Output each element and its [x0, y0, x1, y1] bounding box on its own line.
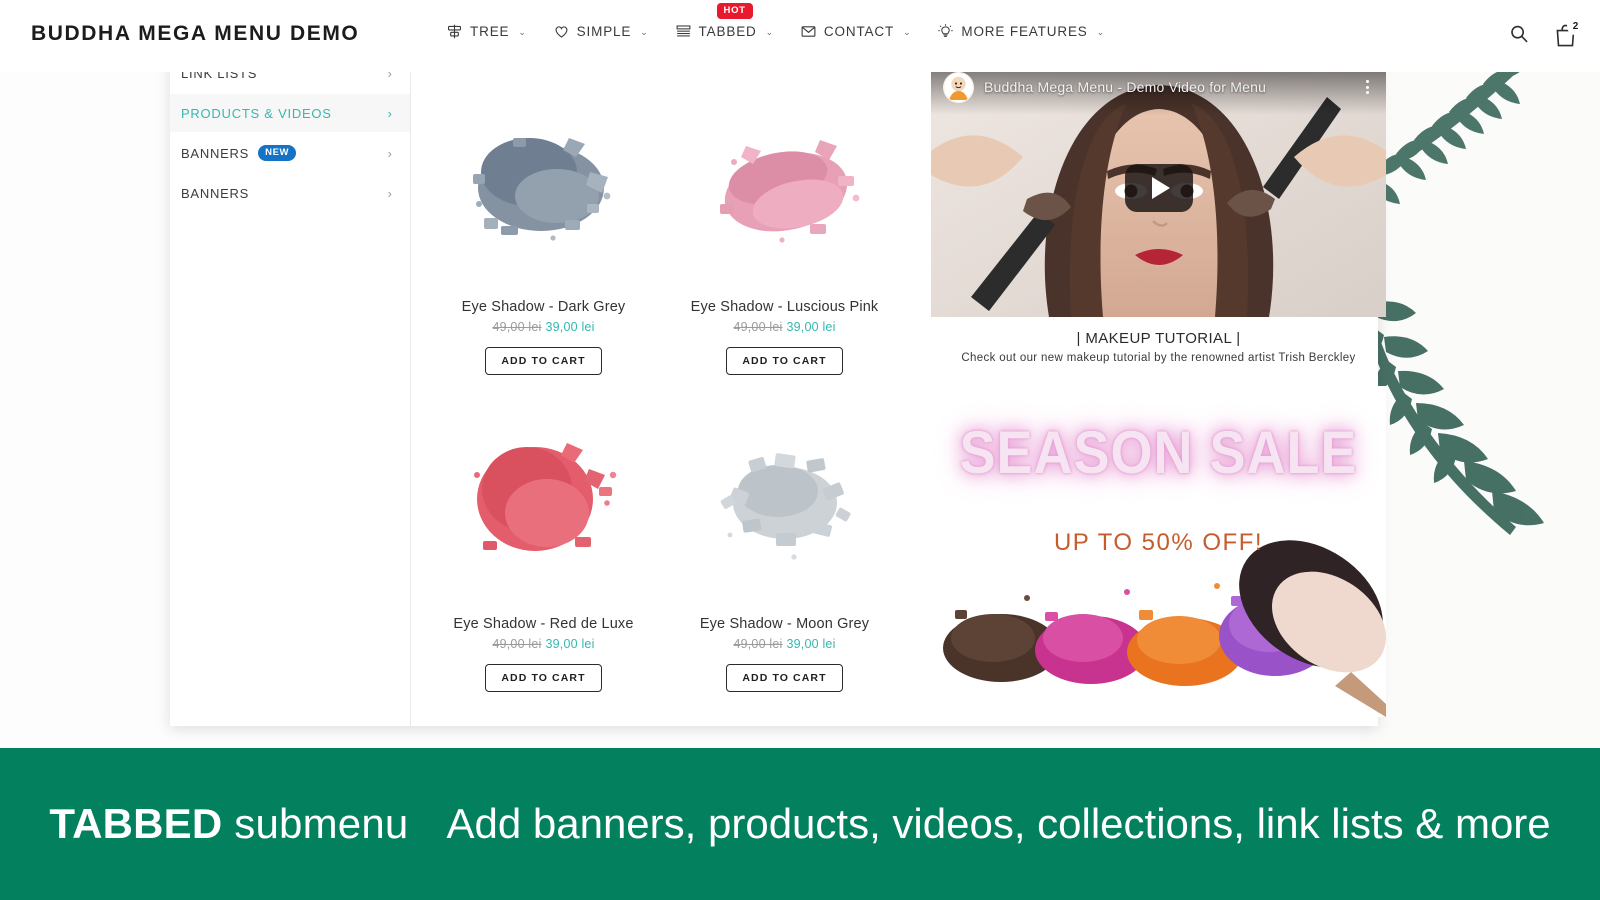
search-icon: [1511, 25, 1528, 43]
product-price: 49,00 lei 39,00 lei: [670, 320, 899, 334]
chevron-down-icon: ⌄: [640, 27, 649, 37]
video-caption-title: | MAKEUP TUTORIAL |: [1076, 330, 1241, 347]
buddha-avatar-icon: [943, 71, 974, 103]
play-button[interactable]: [1124, 164, 1193, 212]
product-card[interactable]: Eye Shadow - Dark Grey 49,00 lei 39,00 le…: [423, 58, 664, 375]
envelope-icon: [800, 23, 817, 40]
crushed-powder-swatch: [720, 452, 851, 560]
product-image-moon-grey: [670, 379, 899, 614]
mega-menu-panel: LINK LISTS › PRODUCTS & VIDEOS › BANNERS…: [170, 48, 1386, 726]
tab-products-and-videos[interactable]: PRODUCTS & VIDEOS ›: [170, 94, 410, 132]
site-header: BUDDHA MEGA MENU DEMO TREE ⌄ SIMPLE ⌄ HO…: [0, 0, 1600, 72]
crushed-powder-swatch: [472, 137, 610, 241]
tab-label: BANNERS: [181, 185, 250, 201]
product-card[interactable]: Eye Shadow - Moon Grey 49,00 lei 39,00 le…: [664, 375, 905, 692]
promo-heading: TABBED submenu: [49, 800, 408, 848]
search-button[interactable]: [1508, 23, 1532, 49]
play-icon: [1151, 177, 1170, 199]
price-new: 39,00 lei: [545, 320, 595, 334]
price-old: 49,00 lei: [492, 637, 542, 651]
nav-label: MORE FEATURES: [961, 24, 1088, 39]
price-old: 49,00 lei: [733, 320, 783, 334]
product-row: Eye Shadow - Dark Grey 49,00 lei 39,00 le…: [423, 58, 913, 375]
list-stack-icon: [675, 23, 692, 40]
status-badge-new: NEW: [258, 145, 297, 161]
chevron-down-icon: ⌄: [518, 27, 527, 37]
product-price: 49,00 lei 39,00 lei: [670, 637, 899, 651]
kebab-menu-icon[interactable]: [1360, 78, 1374, 97]
price-new: 39,00 lei: [786, 320, 836, 334]
lightbulb-icon: [937, 23, 954, 40]
product-image-red-de-luxe: [429, 379, 658, 614]
nav-item-simple[interactable]: SIMPLE ⌄: [553, 23, 649, 40]
sale-banner-subtitle: UP TO 50% OFF!: [1053, 529, 1264, 556]
add-to-cart-button[interactable]: ADD TO CART: [726, 347, 843, 375]
media-column: Buddha Mega Menu - Demo Video for Menu |…: [913, 52, 1400, 726]
nav-label: TABBED: [698, 24, 757, 39]
product-image-dark-grey: [429, 62, 658, 297]
promo-text: Add banners, products, videos, collectio…: [446, 800, 1551, 847]
product-title: Eye Shadow - Dark Grey: [461, 299, 626, 315]
promo-bar: TABBED submenu Add banners, products, vi…: [0, 748, 1600, 900]
mega-menu-content: Eye Shadow - Dark Grey 49,00 lei 39,00 le…: [411, 48, 1400, 726]
product-card[interactable]: Eye Shadow - Red de Luxe 49,00 lei 39,00 …: [423, 375, 664, 692]
crushed-powder-swatch: [473, 442, 616, 551]
chevron-down-icon: ⌄: [1096, 27, 1105, 37]
cart-count-badge: 2: [1567, 18, 1584, 35]
crushed-powder-swatch: [719, 139, 859, 243]
promo-heading-tail: submenu: [222, 800, 409, 847]
chevron-down-icon: ⌄: [765, 27, 774, 37]
product-price: 49,00 lei 39,00 lei: [429, 320, 658, 334]
mega-menu-tabs: LINK LISTS › PRODUCTS & VIDEOS › BANNERS…: [170, 48, 411, 726]
add-to-cart-button[interactable]: ADD TO CART: [485, 664, 602, 692]
product-row: Eye Shadow - Red de Luxe 49,00 lei 39,00 …: [423, 375, 913, 692]
chevron-right-icon: ›: [387, 185, 392, 201]
signpost-icon: [446, 23, 463, 40]
nav-label: TREE: [470, 24, 510, 39]
add-to-cart-button[interactable]: ADD TO CART: [485, 347, 602, 375]
nav-item-more-features[interactable]: MORE FEATURES ⌄: [937, 23, 1105, 40]
product-title: Eye Shadow - Red de Luxe: [453, 616, 634, 632]
cart-button[interactable]: 2: [1554, 18, 1584, 49]
product-grid: Eye Shadow - Dark Grey 49,00 lei 39,00 le…: [423, 52, 913, 726]
video-caption: | MAKEUP TUTORIAL | Check out our new ma…: [931, 330, 1386, 364]
tab-label: PRODUCTS & VIDEOS: [181, 105, 332, 121]
video-caption-subtitle: Check out our new makeup tutorial by the…: [961, 352, 1356, 364]
add-to-cart-button[interactable]: ADD TO CART: [726, 664, 843, 692]
heart-icon: [553, 23, 570, 40]
nav-item-tree[interactable]: TREE ⌄: [446, 23, 527, 40]
product-price: 49,00 lei 39,00 lei: [429, 637, 658, 651]
nav-label: SIMPLE: [576, 24, 632, 39]
product-title: Eye Shadow - Moon Grey: [699, 616, 870, 632]
tab-label: BANNERS: [181, 145, 250, 161]
video-player[interactable]: Buddha Mega Menu - Demo Video for Menu: [931, 59, 1386, 317]
price-new: 39,00 lei: [786, 637, 836, 651]
main-navigation: TREE ⌄ SIMPLE ⌄ HOT TABBED ⌄ CONTACT ⌄ M…: [446, 3, 1105, 40]
chevron-right-icon: ›: [387, 145, 392, 161]
video-title: Buddha Mega Menu - Demo Video for Menu: [984, 79, 1267, 95]
header-actions: 2: [1508, 18, 1584, 49]
season-sale-banner[interactable]: SEASON SALE UP TO 50% OFF!: [931, 386, 1386, 717]
chevron-right-icon: ›: [387, 105, 392, 121]
price-new: 39,00 lei: [545, 637, 595, 651]
promo-heading-strong: TABBED: [49, 800, 223, 847]
product-card[interactable]: Eye Shadow - Luscious Pink 49,00 lei 39,0…: [664, 58, 905, 375]
status-badge-hot: HOT: [716, 3, 753, 19]
price-old: 49,00 lei: [492, 320, 542, 334]
nav-item-tabbed[interactable]: HOT TABBED ⌄: [675, 3, 774, 40]
chevron-down-icon: ⌄: [903, 27, 912, 37]
brand-title[interactable]: BUDDHA MEGA MENU DEMO: [31, 22, 359, 46]
product-image-luscious-pink: [670, 62, 899, 297]
tab-banners-new[interactable]: BANNERS NEW ›: [170, 134, 410, 172]
sale-banner-title: SEASON SALE: [959, 419, 1358, 487]
product-title: Eye Shadow - Luscious Pink: [690, 299, 879, 315]
nav-label: CONTACT: [823, 24, 895, 39]
nav-item-contact[interactable]: CONTACT ⌄: [800, 23, 911, 40]
price-old: 49,00 lei: [733, 637, 783, 651]
tab-banners[interactable]: BANNERS ›: [170, 174, 410, 212]
